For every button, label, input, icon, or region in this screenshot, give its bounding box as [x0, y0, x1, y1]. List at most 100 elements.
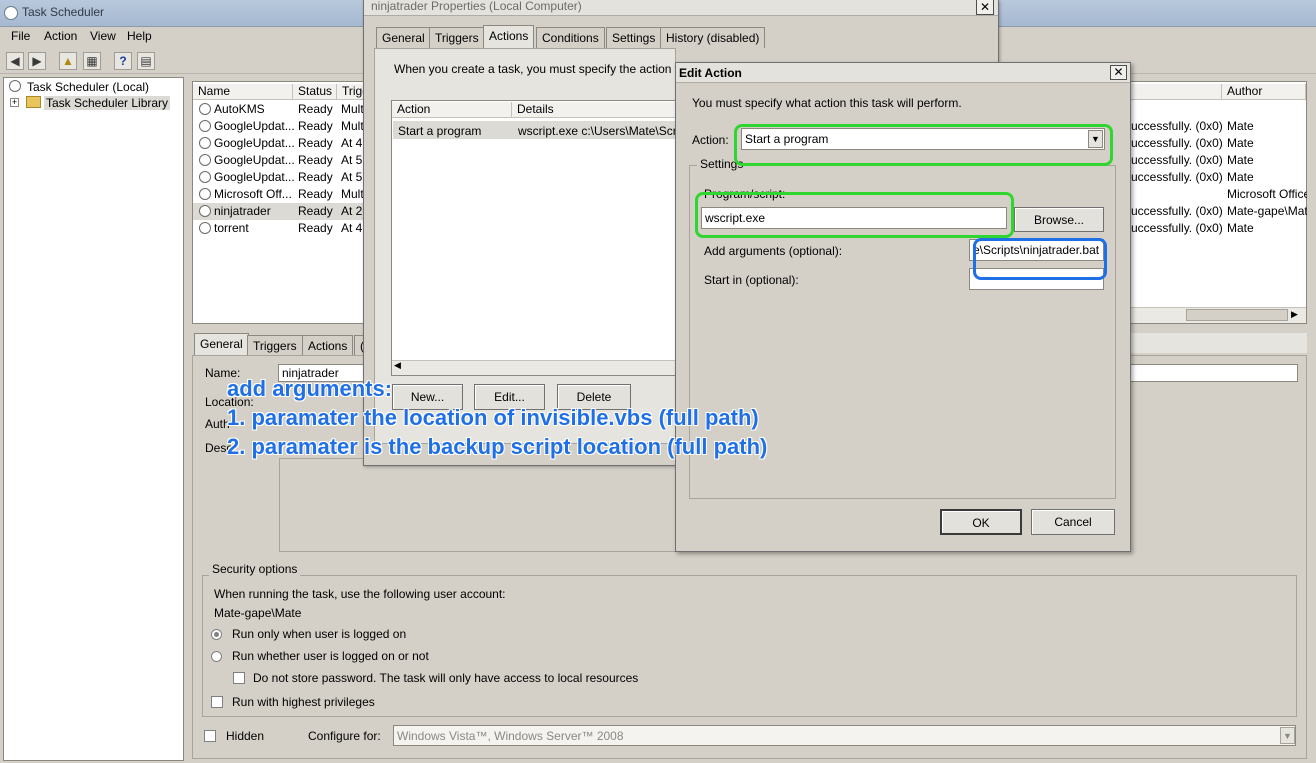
- hscroll-thumb[interactable]: [1186, 309, 1288, 321]
- task-status: Ready: [298, 187, 333, 201]
- col-status[interactable]: Status: [293, 84, 337, 100]
- security-title: Security options: [209, 562, 301, 576]
- task-author: Mate: [1227, 153, 1254, 167]
- close-icon[interactable]: ✕: [976, 0, 994, 15]
- menu-file[interactable]: File: [11, 29, 30, 43]
- annotation-title: add arguments:: [227, 376, 393, 401]
- up-folder-icon[interactable]: ▲: [59, 52, 77, 70]
- expand-icon[interactable]: +: [10, 98, 19, 107]
- task-status-icon: [199, 154, 211, 166]
- task-name[interactable]: GoogleUpdat...: [214, 119, 295, 133]
- task-trigger: Mult: [341, 187, 364, 201]
- action-label: Action:: [692, 133, 729, 147]
- ok-button[interactable]: OK: [940, 509, 1022, 535]
- menu-view[interactable]: View: [90, 29, 116, 43]
- forward-icon[interactable]: ▶: [28, 52, 46, 70]
- tab-general[interactable]: General: [194, 333, 249, 356]
- show-hide-icon[interactable]: ▦: [83, 52, 101, 70]
- tree-library[interactable]: Task Scheduler Library: [44, 96, 171, 110]
- highlight-program: [695, 192, 1014, 238]
- menu-action[interactable]: Action: [44, 29, 77, 43]
- account-name: Mate-gape\Mate: [214, 606, 302, 620]
- hidden-label: Hidden: [226, 729, 265, 743]
- task-last-result: uccessfully. (0x0): [1131, 170, 1223, 184]
- task-name[interactable]: GoogleUpdat...: [214, 136, 295, 150]
- task-status: Ready: [298, 170, 333, 184]
- tree-pane: [3, 77, 184, 761]
- task-author: Mate-gape\Mate: [1227, 204, 1307, 218]
- close-icon[interactable]: ✕: [1110, 65, 1127, 80]
- task-status: Ready: [298, 221, 333, 235]
- props-tab-actions[interactable]: Actions: [483, 25, 535, 48]
- col-details[interactable]: Details: [512, 102, 676, 118]
- description-field[interactable]: [279, 458, 676, 552]
- props-tab-general[interactable]: General: [376, 27, 431, 48]
- radio-whether-logged[interactable]: [211, 651, 222, 662]
- col-name[interactable]: Name: [193, 84, 293, 100]
- configure-label: Configure for:: [308, 729, 381, 743]
- tree-root[interactable]: Task Scheduler (Local): [27, 80, 149, 94]
- radio-logged-on[interactable]: [211, 629, 222, 640]
- menu-help[interactable]: Help: [127, 29, 152, 43]
- back-icon[interactable]: ◀: [6, 52, 24, 70]
- task-status-icon: [199, 103, 211, 115]
- action-row-details: wscript.exe c:\Users\Mate\Scr: [518, 124, 676, 138]
- task-author: Mate: [1227, 221, 1254, 235]
- col-author[interactable]: Author: [1222, 84, 1306, 100]
- col-result[interactable]: [1130, 84, 1222, 100]
- col-action[interactable]: Action: [392, 102, 512, 118]
- help-icon[interactable]: ?: [114, 52, 132, 70]
- task-name[interactable]: GoogleUpdat...: [214, 170, 295, 184]
- task-status: Ready: [298, 119, 333, 133]
- browse-button[interactable]: Browse...: [1014, 207, 1104, 232]
- task-trigger: At 4: [341, 221, 363, 235]
- no-store-checkbox[interactable]: [233, 672, 245, 684]
- name-field-ext: [1130, 364, 1298, 382]
- highest-privileges-checkbox[interactable]: [211, 696, 223, 708]
- radio-logged-on-label: Run only when user is logged on: [232, 627, 407, 641]
- task-last-result: uccessfully. (0x0): [1131, 153, 1223, 167]
- props-tab-settings[interactable]: Settings: [606, 27, 662, 48]
- properties-title: ninjatrader Properties (Local Computer): [371, 0, 582, 13]
- no-store-label: Do not store password. The task will onl…: [253, 671, 639, 685]
- scroll-right-icon[interactable]: ▶: [1291, 309, 1298, 320]
- highlight-arguments: [973, 238, 1107, 280]
- task-status-icon: [199, 171, 211, 183]
- window-title: Task Scheduler: [22, 5, 105, 19]
- task-name[interactable]: torrent: [214, 221, 249, 235]
- task-trigger: At 5: [341, 170, 363, 184]
- tab-triggers[interactable]: Triggers: [247, 335, 303, 356]
- task-status: Ready: [298, 102, 333, 116]
- chevron-down-icon[interactable]: ▼: [1280, 727, 1295, 744]
- props-tab-triggers[interactable]: Triggers: [429, 27, 485, 48]
- task-scheduler-icon: [9, 80, 21, 92]
- task-status-icon: [199, 188, 211, 200]
- radio-whether-logged-label: Run whether user is logged on or not: [232, 649, 429, 663]
- cancel-button[interactable]: Cancel: [1031, 509, 1115, 535]
- task-author: Microsoft Office: [1227, 187, 1307, 201]
- actions-hscroll[interactable]: [392, 360, 676, 375]
- tab-actions[interactable]: Actions: [302, 335, 354, 356]
- props-tab-conditions[interactable]: Conditions: [536, 27, 605, 48]
- scroll-left-icon[interactable]: ◀: [394, 360, 401, 371]
- edit-titlebar: [676, 63, 1130, 83]
- hidden-checkbox[interactable]: [204, 730, 216, 742]
- props-tab-history[interactable]: History (disabled): [660, 27, 766, 48]
- task-status: Ready: [298, 153, 333, 167]
- task-name[interactable]: ninjatrader: [214, 204, 271, 218]
- task-author: Mate: [1227, 136, 1254, 150]
- task-last-result: uccessfully. (0x0): [1131, 221, 1223, 235]
- task-trigger: Mult: [341, 102, 364, 116]
- task-name[interactable]: GoogleUpdat...: [214, 153, 295, 167]
- task-name[interactable]: Microsoft Off...: [214, 187, 292, 201]
- account-prompt: When running the task, use the following…: [214, 587, 506, 601]
- configure-select[interactable]: Windows Vista™, Windows Server™ 2008: [393, 725, 1296, 746]
- task-trigger: At 2: [341, 204, 363, 218]
- task-name[interactable]: AutoKMS: [214, 102, 265, 116]
- properties-icon[interactable]: ▤: [137, 52, 155, 70]
- task-trigger: Mult: [341, 119, 364, 133]
- task-trigger: At 4: [341, 136, 363, 150]
- task-trigger: At 5: [341, 153, 363, 167]
- start-in-label: Start in (optional):: [704, 273, 799, 287]
- folder-icon: [26, 96, 41, 108]
